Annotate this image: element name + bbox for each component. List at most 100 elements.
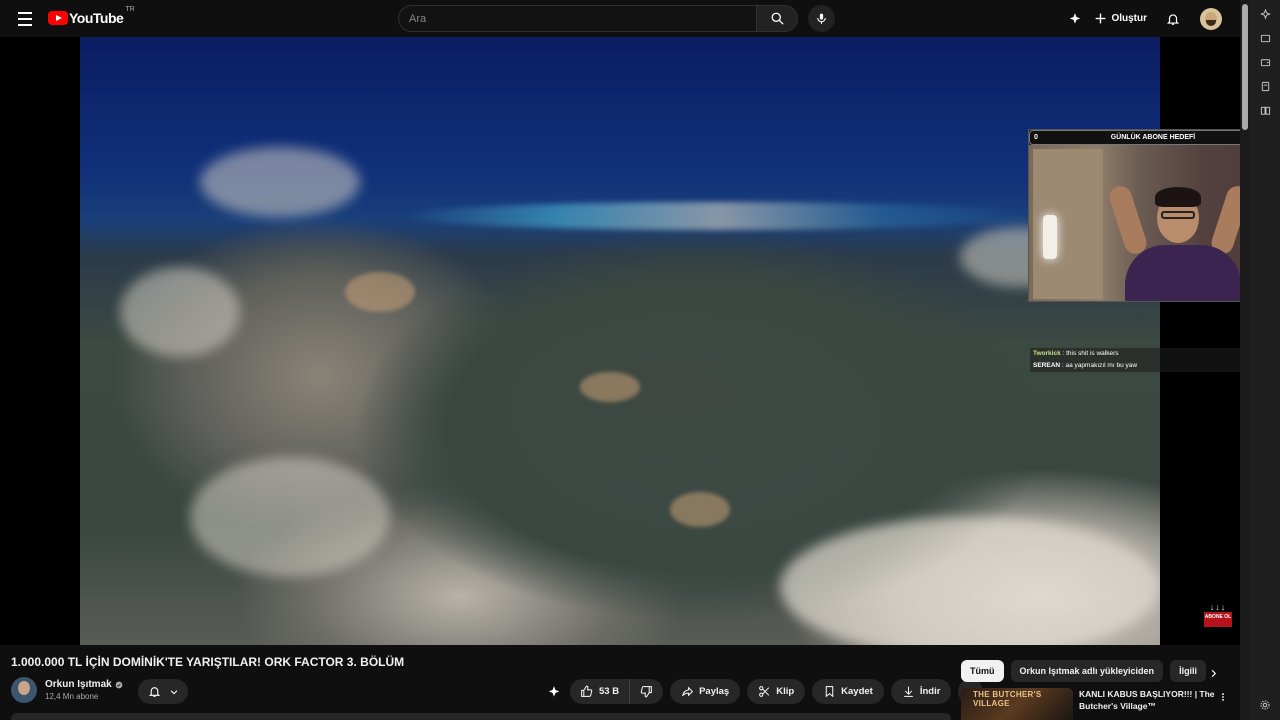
webcam-glasses bbox=[1161, 211, 1195, 219]
chat-username: Tworkick bbox=[1033, 350, 1061, 357]
top-right-controls: Oluştur bbox=[1061, 5, 1240, 32]
scissors-icon bbox=[759, 686, 770, 697]
channel-avatar[interactable] bbox=[11, 677, 37, 703]
ask-button[interactable] bbox=[545, 679, 563, 704]
chat-username: SEREAN bbox=[1033, 362, 1061, 369]
subscribe-badge: ↓↓↓ ABONE OL bbox=[1204, 603, 1232, 629]
cast-icon bbox=[1260, 34, 1270, 42]
recommended-video[interactable]: THE BUTCHER'S VILLAGE KANLI KABUS BAŞLIY… bbox=[961, 688, 1236, 720]
search-icon bbox=[771, 12, 784, 25]
recommended-title[interactable]: KANLI KABUS BAŞLIYOR!!! | The Butcher's … bbox=[1079, 688, 1219, 720]
wallet-icon bbox=[1260, 58, 1270, 66]
rail-sparkle-button[interactable] bbox=[1257, 6, 1273, 22]
youtube-watch-page: YouTube TR Oluştur bbox=[0, 0, 1280, 720]
logo-text: YouTube bbox=[69, 10, 124, 26]
save-label: Kaydet bbox=[841, 686, 873, 697]
webcam-person-body bbox=[1125, 245, 1241, 301]
share-button[interactable]: Paylaş bbox=[670, 679, 741, 704]
recommended-thumbnail[interactable]: THE BUTCHER'S VILLAGE bbox=[961, 688, 1073, 720]
download-icon bbox=[904, 686, 913, 697]
subscription-bell-button[interactable] bbox=[138, 679, 188, 704]
download-button[interactable]: İndir bbox=[890, 679, 952, 704]
search-input[interactable] bbox=[398, 5, 756, 32]
goal-title: GÜNLÜK ABONE HEDEFİ bbox=[1110, 134, 1196, 141]
logo-region: TR bbox=[125, 6, 135, 13]
chevron-right-icon bbox=[1211, 669, 1216, 677]
chevron-down-icon bbox=[170, 689, 177, 694]
goal-left: 0 bbox=[1034, 134, 1038, 141]
like-count: 53 B bbox=[599, 686, 620, 697]
youtube-play-icon bbox=[48, 11, 68, 25]
bookmark-icon bbox=[825, 686, 834, 698]
more-vertical-icon bbox=[1222, 693, 1224, 701]
chip-related[interactable]: İlgili bbox=[1170, 660, 1207, 682]
thumbnail-text: THE BUTCHER'S VILLAGE bbox=[973, 690, 1042, 708]
book-icon bbox=[1260, 106, 1270, 115]
thumbs-up-icon bbox=[581, 685, 593, 697]
description-box[interactable] bbox=[11, 713, 951, 720]
rail-reader-button[interactable] bbox=[1257, 102, 1273, 118]
verified-icon bbox=[115, 681, 123, 688]
recommended-more-button[interactable] bbox=[1218, 690, 1228, 704]
sparkle-icon bbox=[548, 685, 560, 697]
microphone-icon bbox=[817, 13, 826, 24]
share-icon bbox=[682, 686, 694, 697]
notes-icon bbox=[1261, 81, 1269, 91]
abone-text: ABONE OL bbox=[1204, 612, 1232, 627]
cloud bbox=[200, 147, 360, 217]
webcam-arm-left bbox=[1106, 183, 1150, 257]
town bbox=[670, 492, 730, 527]
notifications-button[interactable] bbox=[1159, 5, 1186, 32]
chat-message: : aa yapmakızıl mı bu yaw bbox=[1061, 362, 1138, 369]
channel-info: Orkun Işıtmak 12,4 Mn abone bbox=[11, 677, 123, 703]
clip-button[interactable]: Klip bbox=[747, 679, 806, 704]
clip-label: Klip bbox=[776, 686, 795, 697]
top-bar: YouTube TR Oluştur bbox=[0, 0, 1240, 37]
channel-text: Orkun Işıtmak 12,4 Mn abone bbox=[45, 679, 123, 701]
chip-all[interactable]: Tümü bbox=[961, 660, 1004, 682]
cloud bbox=[190, 457, 390, 577]
rail-cast-button[interactable] bbox=[1257, 30, 1273, 46]
create-label: Oluştur bbox=[1111, 13, 1147, 24]
cloud bbox=[120, 267, 240, 357]
gear-icon bbox=[1260, 700, 1270, 710]
account-avatar[interactable] bbox=[1200, 7, 1222, 30]
channel-name[interactable]: Orkun Işıtmak bbox=[45, 679, 112, 690]
dislike-button[interactable] bbox=[630, 679, 663, 704]
rail-notes-button[interactable] bbox=[1257, 78, 1273, 94]
scrollbar-thumb[interactable] bbox=[1242, 4, 1248, 130]
share-label: Paylaş bbox=[699, 686, 730, 697]
channel-name-row: Orkun Işıtmak bbox=[45, 679, 123, 690]
webcam-lamp bbox=[1043, 215, 1057, 259]
create-button[interactable]: Oluştur bbox=[1094, 12, 1147, 25]
rail-wallet-button[interactable] bbox=[1257, 54, 1273, 70]
bell-icon bbox=[148, 687, 160, 697]
subscriber-count: 12,4 Mn abone bbox=[45, 692, 99, 701]
chat-message: : this shit is walkers bbox=[1062, 350, 1119, 357]
save-button[interactable]: Kaydet bbox=[812, 679, 884, 704]
chip-from-uploader[interactable]: Orkun Işıtmak adlı yükleyiciden bbox=[1010, 660, 1164, 682]
video-frame[interactable] bbox=[80, 37, 1160, 645]
like-button[interactable]: 53 B bbox=[570, 679, 631, 704]
youtube-logo[interactable]: YouTube TR bbox=[48, 6, 135, 26]
search-button[interactable] bbox=[756, 5, 798, 32]
side-panel-rail bbox=[1250, 0, 1280, 720]
recommendation-filter-chips: Tümü Orkun Işıtmak adlı yükleyiciden İlg… bbox=[961, 660, 1207, 682]
sparkle-icon bbox=[1259, 8, 1271, 19]
town bbox=[580, 372, 640, 402]
thumbs-down-icon bbox=[640, 686, 652, 698]
plus-icon bbox=[1096, 13, 1106, 24]
menu-icon[interactable] bbox=[14, 8, 36, 30]
sparkle-icon bbox=[1069, 12, 1081, 24]
video-actions: 53 B Paylaş Klip Kaydet İndir bbox=[545, 679, 984, 704]
chips-next-button[interactable] bbox=[1204, 664, 1222, 682]
sparkle-button[interactable] bbox=[1061, 5, 1088, 32]
town bbox=[345, 272, 415, 312]
search-bar bbox=[398, 5, 835, 32]
like-dislike-group: 53 B bbox=[570, 679, 664, 704]
download-label: İndir bbox=[919, 686, 941, 697]
voice-search-button[interactable] bbox=[808, 5, 835, 32]
video-title: 1.000.000 TL İÇİN DOMİNİK'TE YARIŞTILAR!… bbox=[11, 655, 405, 669]
rail-settings-button[interactable] bbox=[1257, 697, 1273, 713]
cloud bbox=[780, 517, 1160, 645]
